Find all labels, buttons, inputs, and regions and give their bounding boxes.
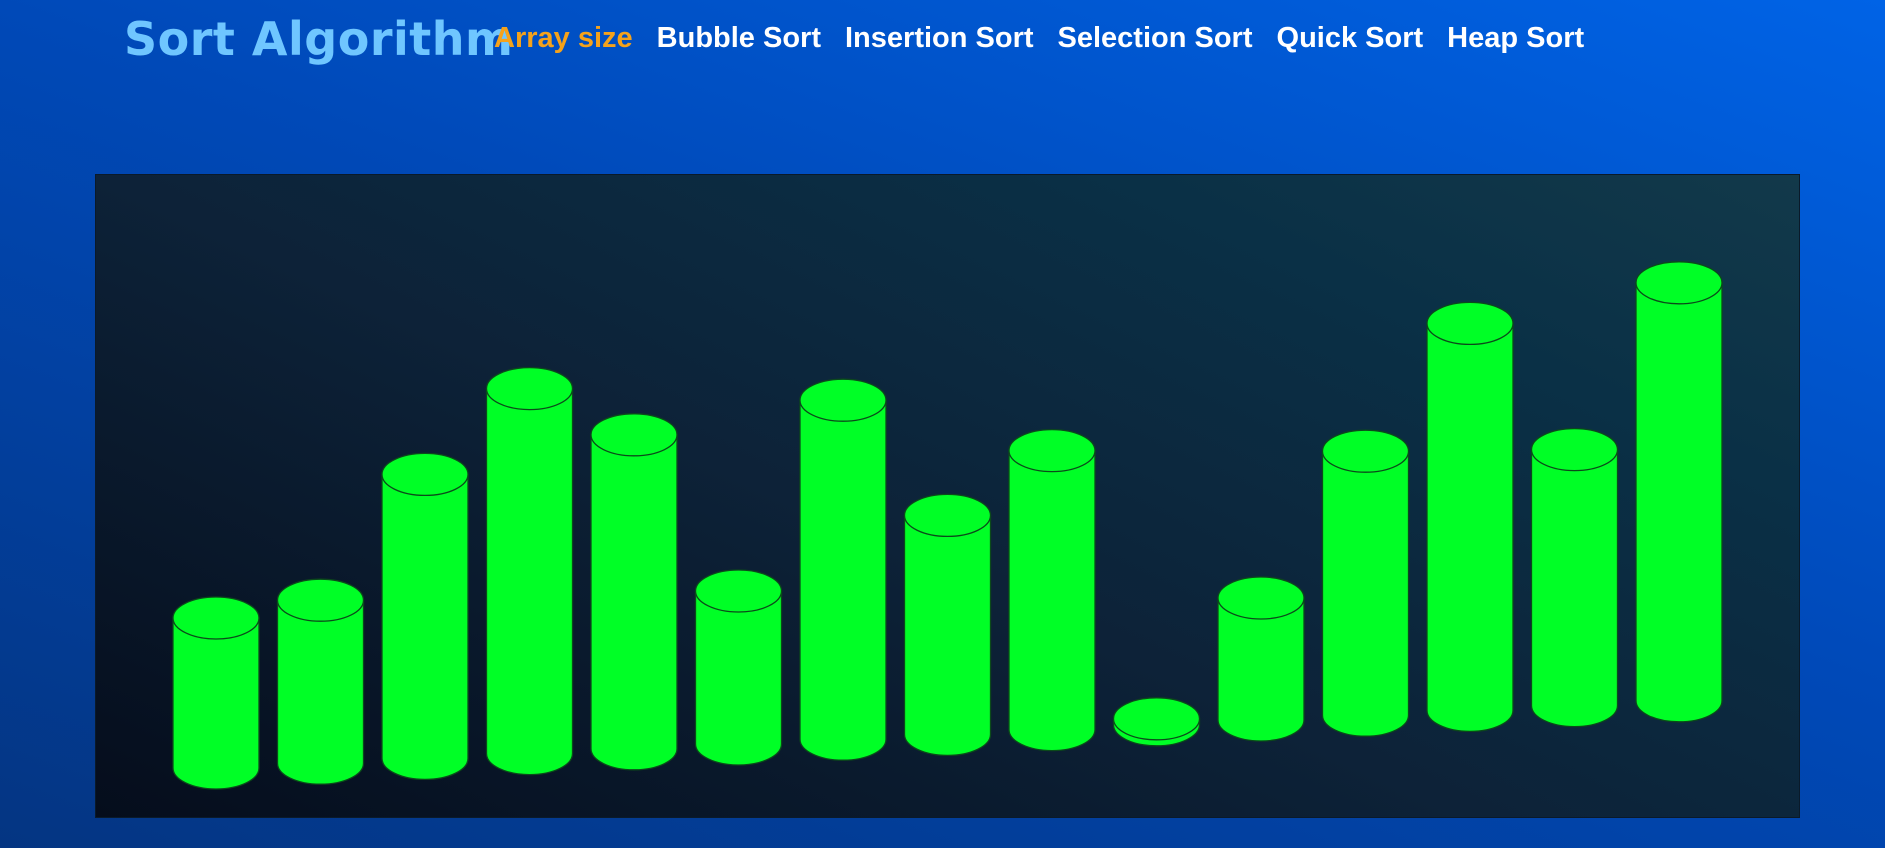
heap-sort-button[interactable]: Heap Sort: [1447, 22, 1584, 55]
array-bar: [799, 378, 887, 761]
bar-body: [1321, 450, 1410, 737]
bar-body: [381, 473, 469, 781]
bar-top-cap: [1321, 429, 1410, 473]
bar-top-cap: [485, 366, 574, 411]
array-bar: [694, 569, 783, 766]
bar-top-cap: [590, 413, 678, 457]
app-title: Sort Algorithm: [124, 12, 514, 66]
array-bar: [1321, 429, 1410, 737]
bar-body: [172, 617, 260, 790]
bar-body: [1008, 449, 1096, 752]
bar-body: [1426, 322, 1514, 733]
bar-top-cap: [381, 452, 469, 497]
bar-body: [1530, 448, 1619, 728]
array-bar: [1112, 697, 1201, 747]
bar-body: [799, 399, 887, 761]
bar-top-cap: [799, 378, 887, 422]
array-bar: [1426, 301, 1514, 733]
array-bar: [1530, 427, 1619, 728]
bar-top-cap: [1112, 697, 1201, 741]
array-size-button[interactable]: Array size: [494, 22, 633, 55]
array-bar: [381, 452, 469, 781]
bar-top-cap: [172, 596, 260, 640]
array-bar: [903, 493, 992, 757]
bar-top-cap: [1217, 576, 1305, 620]
sort-visualization-canvas: [95, 174, 1800, 818]
array-bar: [590, 413, 678, 771]
bar-body: [590, 434, 678, 771]
array-bar: [172, 596, 260, 790]
array-bar: [485, 366, 574, 776]
bar-top-cap: [903, 493, 992, 538]
bar-top-cap: [1008, 428, 1096, 473]
quick-sort-button[interactable]: Quick Sort: [1277, 22, 1424, 55]
top-navigation-bar: Sort Algorithm Array size Bubble Sort In…: [0, 0, 1885, 80]
bar-top-cap: [1530, 427, 1619, 472]
array-bar: [1008, 428, 1096, 752]
algorithm-nav: Array size Bubble Sort Insertion Sort Se…: [494, 22, 1584, 55]
array-bar: [1217, 576, 1305, 742]
bar-body: [1635, 282, 1723, 723]
bubble-sort-button[interactable]: Bubble Sort: [657, 22, 821, 55]
bar-top-cap: [694, 569, 783, 613]
selection-sort-button[interactable]: Selection Sort: [1058, 22, 1253, 55]
bar-body: [485, 387, 574, 776]
bar-top-cap: [1635, 261, 1723, 305]
insertion-sort-button[interactable]: Insertion Sort: [845, 22, 1034, 55]
array-bar: [276, 578, 365, 785]
bar-top-cap: [1426, 301, 1514, 346]
bar-body: [903, 514, 992, 757]
array-bar: [1635, 261, 1723, 723]
bar-body: [694, 590, 783, 766]
bar-body: [276, 599, 365, 785]
bar-top-cap: [276, 578, 365, 622]
array-bars-svg: [172, 261, 1723, 790]
